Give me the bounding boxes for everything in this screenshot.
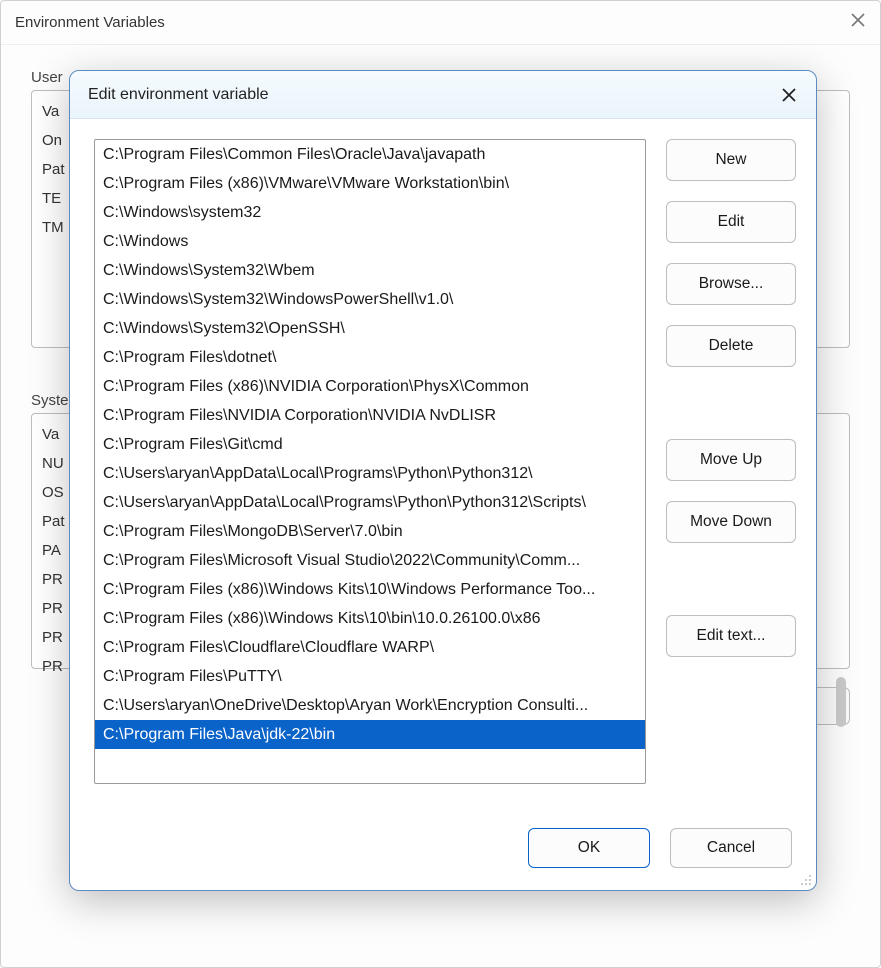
- path-entry[interactable]: C:\Program Files\dotnet\: [95, 343, 645, 372]
- modal-titlebar: Edit environment variable: [70, 71, 816, 119]
- close-icon[interactable]: [850, 12, 866, 33]
- path-entry[interactable]: C:\Users\aryan\AppData\Local\Programs\Py…: [95, 488, 645, 517]
- resize-grip-icon[interactable]: [798, 872, 812, 886]
- path-entry[interactable]: C:\Program Files\Common Files\Oracle\Jav…: [95, 140, 645, 169]
- edit-button[interactable]: Edit: [666, 201, 796, 243]
- side-button-column: New Edit Browse... Delete Move Up Move D…: [666, 139, 796, 810]
- path-entry[interactable]: C:\Program Files (x86)\NVIDIA Corporatio…: [95, 372, 645, 401]
- close-icon[interactable]: [780, 86, 798, 104]
- path-entry[interactable]: C:\Program Files\Java\jdk-22\bin: [95, 720, 645, 749]
- path-entry[interactable]: C:\Program Files\Microsoft Visual Studio…: [95, 546, 645, 575]
- cancel-button[interactable]: Cancel: [670, 828, 792, 868]
- edit-text-button[interactable]: Edit text...: [666, 615, 796, 657]
- scrollbar[interactable]: [836, 677, 846, 727]
- bg-titlebar: Environment Variables: [1, 1, 880, 45]
- path-entry[interactable]: C:\Windows\System32\OpenSSH\: [95, 314, 645, 343]
- browse-button[interactable]: Browse...: [666, 263, 796, 305]
- delete-button[interactable]: Delete: [666, 325, 796, 367]
- path-entry[interactable]: C:\Windows\System32\WindowsPowerShell\v1…: [95, 285, 645, 314]
- edit-environment-variable-dialog: Edit environment variable C:\Program Fil…: [69, 70, 817, 891]
- path-entry[interactable]: C:\Program Files\Git\cmd: [95, 430, 645, 459]
- path-entries-list[interactable]: C:\Program Files\Common Files\Oracle\Jav…: [94, 139, 646, 784]
- ok-button[interactable]: OK: [528, 828, 650, 868]
- path-entry[interactable]: C:\Program Files\NVIDIA Corporation\NVID…: [95, 401, 645, 430]
- path-entry[interactable]: C:\Program Files (x86)\VMware\VMware Wor…: [95, 169, 645, 198]
- path-entry[interactable]: C:\Windows: [95, 227, 645, 256]
- move-up-button[interactable]: Move Up: [666, 439, 796, 481]
- new-button[interactable]: New: [666, 139, 796, 181]
- path-entry[interactable]: C:\Users\aryan\OneDrive\Desktop\Aryan Wo…: [95, 691, 645, 720]
- path-entry[interactable]: C:\Program Files\MongoDB\Server\7.0\bin: [95, 517, 645, 546]
- path-entry[interactable]: C:\Windows\System32\Wbem: [95, 256, 645, 285]
- bg-title: Environment Variables: [15, 14, 165, 31]
- path-entry[interactable]: C:\Program Files\PuTTY\: [95, 662, 645, 691]
- path-entry[interactable]: C:\Program Files (x86)\Windows Kits\10\W…: [95, 575, 645, 604]
- move-down-button[interactable]: Move Down: [666, 501, 796, 543]
- path-entry[interactable]: C:\Program Files\Cloudflare\Cloudflare W…: [95, 633, 645, 662]
- path-entry[interactable]: C:\Users\aryan\AppData\Local\Programs\Py…: [95, 459, 645, 488]
- path-entry[interactable]: C:\Windows\system32: [95, 198, 645, 227]
- modal-title: Edit environment variable: [88, 86, 269, 104]
- path-entry[interactable]: C:\Program Files (x86)\Windows Kits\10\b…: [95, 604, 645, 633]
